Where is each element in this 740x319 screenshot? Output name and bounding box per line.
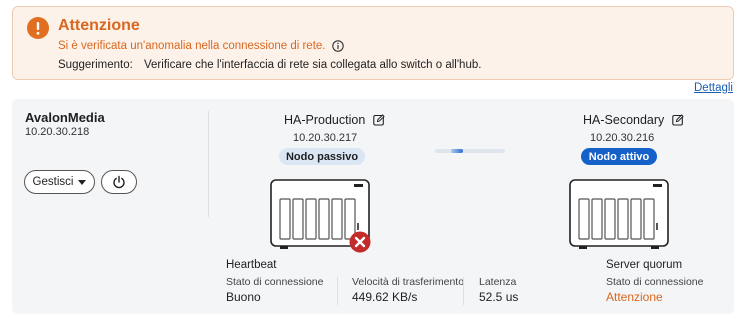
error-x-icon [349,231,371,253]
alert-message: Si è verificata un'anomalia nella connes… [58,40,326,52]
power-button[interactable] [101,170,137,194]
suggestion-label: Suggerimento: [58,59,133,71]
active-node-badge: Nodo attivo [581,148,657,165]
warning-alert: Attenzione Si è verificata un'anomalia n… [12,6,734,80]
quorum-connection-value: Attenzione [606,290,663,304]
host-ip: 10.20.30.218 [25,126,90,138]
latency-label: Latenza [479,276,517,288]
alert-message-row: Si è verificata un'anomalia nella connes… [58,40,344,52]
ha-card: AvalonMedia 10.20.30.218 Gestisci HA-Pro… [12,99,734,314]
vertical-divider [208,111,209,217]
quorum-server-title: Server quorum [606,259,683,271]
connection-status-value: Buono [226,290,261,304]
passive-node-badge: Nodo passivo [279,148,365,165]
manage-button[interactable]: Gestisci [24,170,95,194]
suggestion-text: Verificare che l'interfaccia di rete sia… [144,59,482,71]
transfer-speed-label: Velocità di trasferimento [352,276,465,288]
secondary-node-ip: 10.20.30.216 [590,132,655,144]
alert-title: Attenzione [58,17,140,34]
warning-icon [27,17,49,39]
transfer-speed-value: 449.62 KB/s [352,290,418,304]
quorum-connection-label: Stato di connessione [606,276,704,288]
primary-node-name: HA-Production [284,113,366,127]
power-icon [113,175,125,189]
stat-divider [337,277,338,305]
stat-divider [463,277,464,305]
sync-progress-bar [435,149,505,153]
edit-icon[interactable] [672,114,685,126]
latency-value: 52.5 us [479,290,519,304]
info-icon[interactable] [331,40,344,52]
secondary-node-name-row: HA-Secondary [583,113,685,127]
sync-progress-fill [451,149,463,153]
details-link[interactable]: Dettagli [694,82,733,94]
heartbeat-title: Heartbeat [226,259,277,271]
secondary-node-name: HA-Secondary [583,113,665,127]
host-name: AvalonMedia [25,110,105,125]
edit-icon[interactable] [373,114,386,126]
alert-suggestion: Suggerimento: Verificare che l'interfacc… [58,59,481,71]
connection-status-label: Stato di connessione [226,276,324,288]
manage-label: Gestisci [32,176,74,188]
primary-node-ip: 10.20.30.217 [293,132,358,144]
nas-device-icon [569,179,669,249]
ha-status-page: Attenzione Si è verificata un'anomalia n… [0,0,740,319]
primary-node-name-row: HA-Production [284,113,386,127]
caret-down-icon [78,179,87,185]
